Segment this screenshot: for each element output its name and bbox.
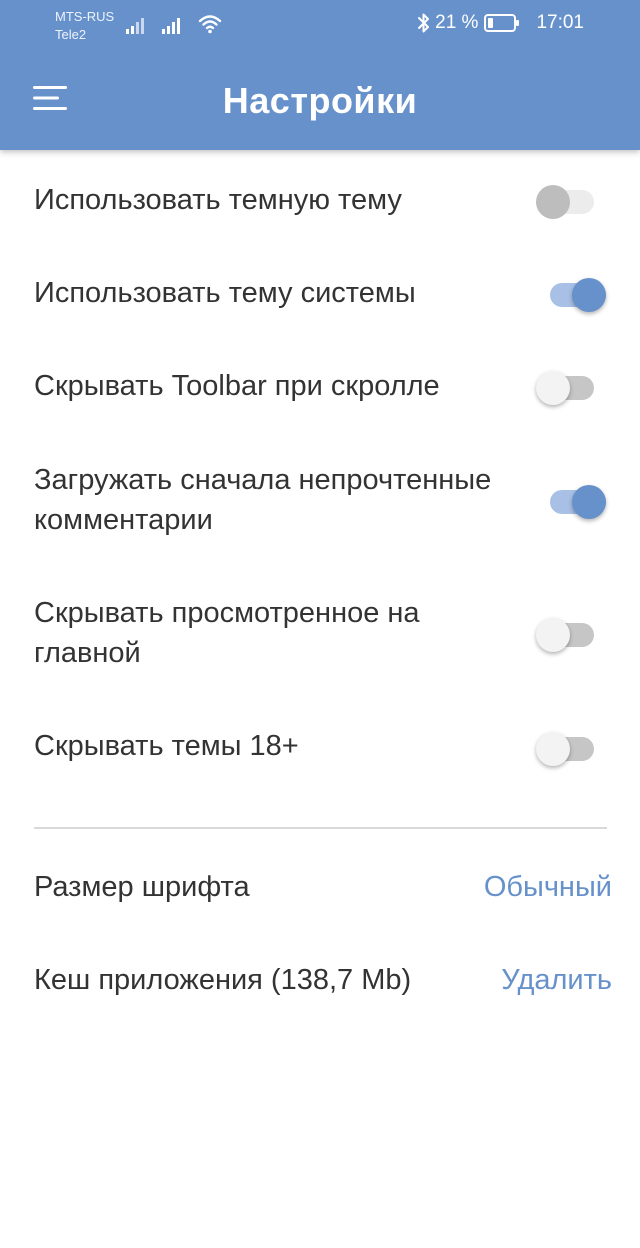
cache-row: Кеш приложения (138,7 Mb) Удалить [0, 950, 640, 1010]
setting-label: Скрывать просмотренное на главной [34, 597, 420, 669]
cache-label: Кеш приложения (138,7 Mb) [34, 964, 412, 996]
page-title: Настройки [222, 80, 418, 121]
carrier-2-label: Tele2 [55, 27, 87, 42]
signal-icons [126, 14, 222, 34]
switch-thumb [536, 618, 570, 652]
clock: 17:01 [536, 12, 584, 33]
battery-icon [484, 13, 520, 33]
battery-percent: 21 % [435, 12, 479, 33]
unread-comments-switch[interactable] [536, 478, 608, 519]
setting-label: Загружать сначала непрочтенные комментар… [34, 464, 492, 536]
status-bar: MTS-RUS Tele2 21 % 17:01 [0, 0, 640, 50]
setting-label: Скрывать Toolbar при скролле [34, 370, 440, 402]
bluetooth-icon [417, 12, 431, 34]
signal-strength-2-icon [162, 16, 182, 34]
switch-thumb [572, 278, 606, 312]
hide-18plus-switch[interactable] [536, 725, 608, 766]
font-size-value[interactable]: Обычный [484, 867, 612, 907]
system-theme-switch[interactable] [536, 271, 608, 312]
setting-label: Скрывать темы 18+ [34, 730, 299, 762]
font-size-row[interactable]: Размер шрифта Обычный [0, 857, 640, 917]
switch-thumb [536, 371, 570, 405]
setting-label: Использовать темную тему [34, 184, 402, 216]
dark-theme-switch[interactable] [536, 178, 608, 219]
toolbar: Настройки [0, 50, 640, 150]
wifi-icon [198, 14, 222, 34]
hide-viewed-switch[interactable] [536, 611, 608, 652]
carrier-info: MTS-RUS Tele2 [55, 8, 114, 44]
setting-label: Использовать тему системы [34, 277, 416, 309]
status-right: 21 % 17:01 [417, 12, 584, 34]
switch-thumb [536, 185, 570, 219]
clear-cache-button[interactable]: Удалить [501, 960, 612, 1000]
font-size-label: Размер шрифта [34, 871, 250, 903]
signal-strength-1-icon [126, 16, 146, 34]
divider [34, 827, 607, 829]
carrier-1-label: MTS-RUS [55, 9, 115, 24]
switch-thumb [536, 732, 570, 766]
app-header: MTS-RUS Tele2 21 % 17:01 Настройки [0, 0, 640, 150]
hide-toolbar-switch[interactable] [536, 364, 608, 405]
switch-thumb [572, 485, 606, 519]
